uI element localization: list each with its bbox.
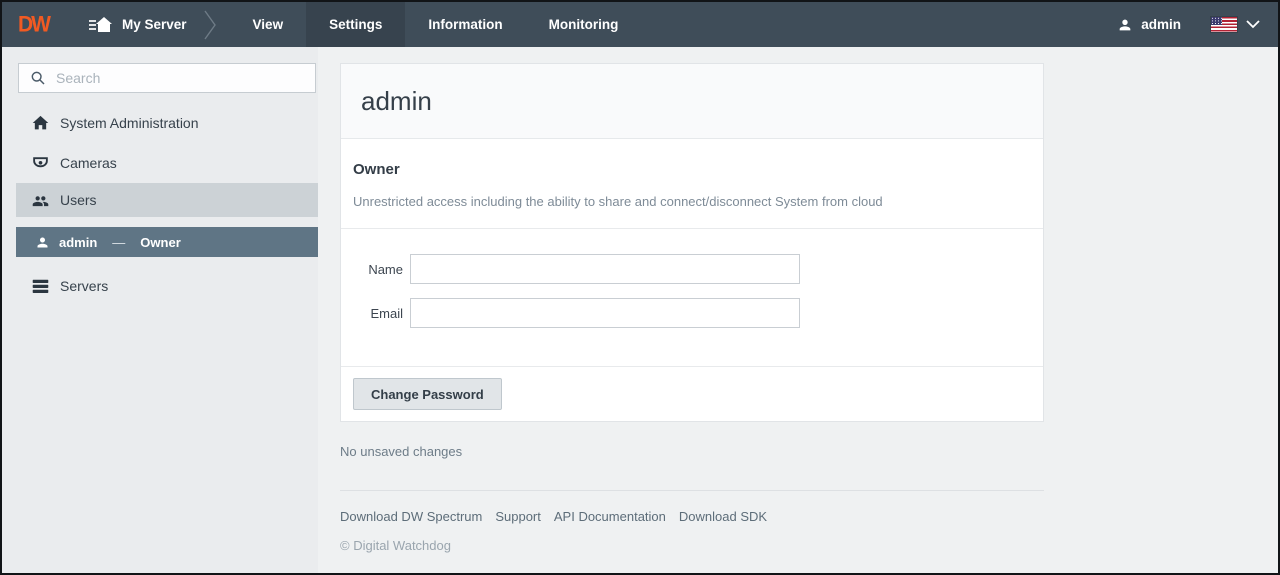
chevron-down-icon bbox=[1246, 20, 1260, 29]
sidebar-item-cameras[interactable]: Cameras bbox=[2, 143, 318, 183]
card-actions: Change Password bbox=[341, 367, 1043, 421]
breadcrumb-chevron-icon bbox=[203, 8, 217, 42]
main-content: admin Owner Unrestricted access includin… bbox=[318, 47, 1278, 573]
footer-divider bbox=[340, 490, 1044, 491]
server-selector[interactable]: My Server bbox=[89, 2, 187, 47]
user-form: Name Email bbox=[341, 229, 1043, 367]
change-password-button[interactable]: Change Password bbox=[353, 378, 502, 410]
page-body: System Administration Cameras bbox=[2, 47, 1278, 573]
home-icon bbox=[32, 115, 49, 131]
sidebar-menu: System Administration Cameras bbox=[2, 103, 318, 306]
person-icon bbox=[1116, 17, 1133, 33]
link-api-documentation[interactable]: API Documentation bbox=[554, 509, 666, 524]
name-row: Name bbox=[353, 254, 1031, 284]
role-section: Owner Unrestricted access including the … bbox=[341, 139, 1043, 229]
top-nav-bar: DW My Server View Settings bbox=[2, 2, 1278, 47]
sidebar-item-label: Cameras bbox=[60, 155, 117, 171]
server-home-icon bbox=[89, 16, 113, 34]
tab-information[interactable]: Information bbox=[405, 2, 525, 47]
app-window: DW My Server View Settings bbox=[0, 0, 1280, 575]
server-name: My Server bbox=[122, 17, 187, 32]
sidebar-item-label: System Administration bbox=[60, 115, 199, 131]
dash-separator: — bbox=[112, 235, 125, 250]
topbar-right: admin bbox=[1116, 2, 1260, 47]
name-label: Name bbox=[353, 262, 403, 277]
footer-links: Download DW Spectrum Support API Documen… bbox=[340, 509, 1278, 524]
link-download-dw-spectrum[interactable]: Download DW Spectrum bbox=[340, 509, 482, 524]
email-label: Email bbox=[353, 306, 403, 321]
name-field[interactable] bbox=[410, 254, 800, 284]
person-icon bbox=[35, 235, 50, 250]
tab-monitoring[interactable]: Monitoring bbox=[526, 2, 642, 47]
email-field[interactable] bbox=[410, 298, 800, 328]
sidebar-search bbox=[18, 63, 316, 93]
email-row: Email bbox=[353, 298, 1031, 328]
link-support[interactable]: Support bbox=[495, 509, 541, 524]
settings-sidebar: System Administration Cameras bbox=[2, 47, 318, 573]
sidebar-item-servers[interactable]: Servers bbox=[2, 266, 318, 306]
link-download-sdk[interactable]: Download SDK bbox=[679, 509, 767, 524]
unsaved-changes-status: No unsaved changes bbox=[340, 444, 1278, 459]
current-user-name: admin bbox=[1141, 17, 1181, 32]
tab-view[interactable]: View bbox=[230, 2, 307, 47]
servers-icon bbox=[32, 279, 49, 294]
camera-icon bbox=[32, 156, 49, 171]
user-detail-card: admin Owner Unrestricted access includin… bbox=[340, 63, 1044, 422]
dw-logo: DW bbox=[18, 12, 49, 37]
role-description: Unrestricted access including the abilit… bbox=[353, 194, 1031, 209]
sidebar-item-label: Servers bbox=[60, 278, 108, 294]
sidebar-item-users[interactable]: Users bbox=[16, 183, 318, 217]
user-menu[interactable]: admin bbox=[1116, 17, 1181, 33]
search-input[interactable] bbox=[56, 70, 315, 86]
sidebar-subitem-user-role: Owner bbox=[140, 235, 180, 250]
sidebar-item-label: Users bbox=[60, 192, 97, 208]
users-icon bbox=[32, 194, 49, 207]
nav-tabs: View Settings Information Monitoring bbox=[230, 2, 642, 47]
card-header: admin bbox=[341, 64, 1043, 139]
us-flag-icon bbox=[1211, 17, 1237, 32]
tab-settings[interactable]: Settings bbox=[306, 2, 405, 47]
sidebar-item-system-administration[interactable]: System Administration bbox=[2, 103, 318, 143]
sidebar-item-admin-owner[interactable]: admin — Owner bbox=[16, 227, 318, 257]
language-selector[interactable] bbox=[1211, 17, 1260, 32]
sidebar-subitem-user-name: admin bbox=[59, 235, 97, 250]
page-title: admin bbox=[361, 87, 1023, 115]
copyright-text: © Digital Watchdog bbox=[340, 538, 1278, 553]
search-icon bbox=[29, 70, 46, 86]
role-heading: Owner bbox=[353, 161, 1031, 178]
